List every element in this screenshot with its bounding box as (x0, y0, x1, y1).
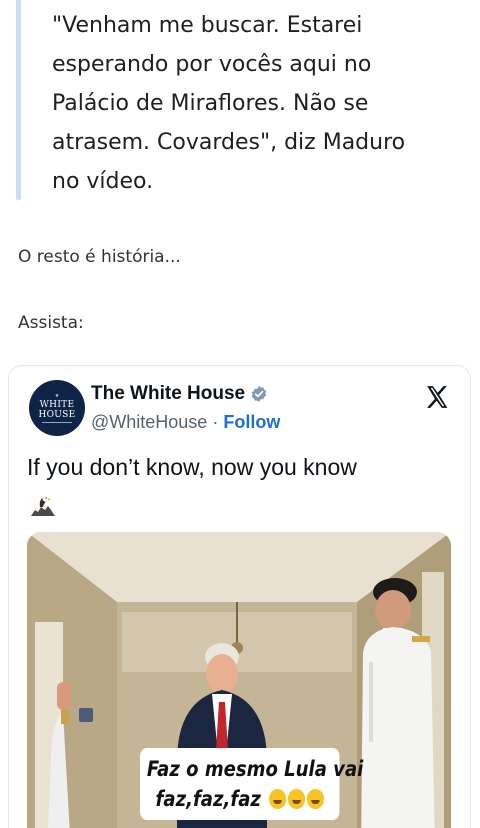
laughing-emoji-icon (268, 789, 287, 809)
video-caption: Faz o mesmo Lula vai faz,faz,faz (140, 748, 364, 820)
handle[interactable]: @WhiteHouse (91, 412, 207, 432)
quote-line: no vídeo. (52, 169, 154, 194)
follow-button[interactable]: Follow (223, 412, 280, 432)
separator: · (207, 412, 224, 432)
verified-badge-icon (252, 386, 267, 402)
quote-line: Palácio de Miraflores. Não se (52, 91, 369, 116)
account-name[interactable]: The White House (91, 383, 245, 405)
eagle-icon (31, 495, 55, 516)
tweet-text: If you don’t know, now you know (27, 454, 357, 480)
quote-line: atrasem. Covardes", diz Maduro (52, 130, 406, 155)
quote-bar (16, 0, 21, 200)
avatar-line-1: WHITE (39, 400, 75, 410)
name-row: The White House (91, 383, 268, 405)
blockquote: "Venham me buscar. Estarei esperando por… (16, 0, 464, 200)
quote-text: "Venham me buscar. Estarei esperando por… (52, 6, 452, 201)
laughing-emoji-icon (306, 789, 324, 809)
quote-line: "Venham me buscar. Estarei (52, 13, 363, 38)
avatar[interactable]: ★ WHITE HOUSE (29, 380, 85, 436)
handle-row: @WhiteHouse · Follow (91, 412, 280, 433)
embedded-tweet[interactable]: ★ WHITE HOUSE The White House @WhiteHous… (8, 365, 471, 828)
paragraph-rest-is-history: O resto é história... (18, 247, 181, 267)
avatar-rule (42, 422, 72, 423)
caption-line-2: faz,faz,faz (147, 784, 333, 814)
caption-line-1: Faz o mesmo Lula vai (146, 757, 364, 781)
x-logo-icon[interactable] (424, 384, 450, 410)
laughing-emoji-icon (287, 789, 306, 809)
video-player[interactable]: Faz o mesmo Lula vai faz,faz,faz (27, 532, 451, 828)
paragraph-watch: Assista: (18, 313, 84, 333)
seal-icon: ★ (54, 393, 60, 399)
caption-line-2-text: faz,faz,faz (155, 787, 261, 811)
quote-line: esperando por vocês aqui no (52, 52, 372, 77)
avatar-line-2: HOUSE (38, 410, 76, 420)
